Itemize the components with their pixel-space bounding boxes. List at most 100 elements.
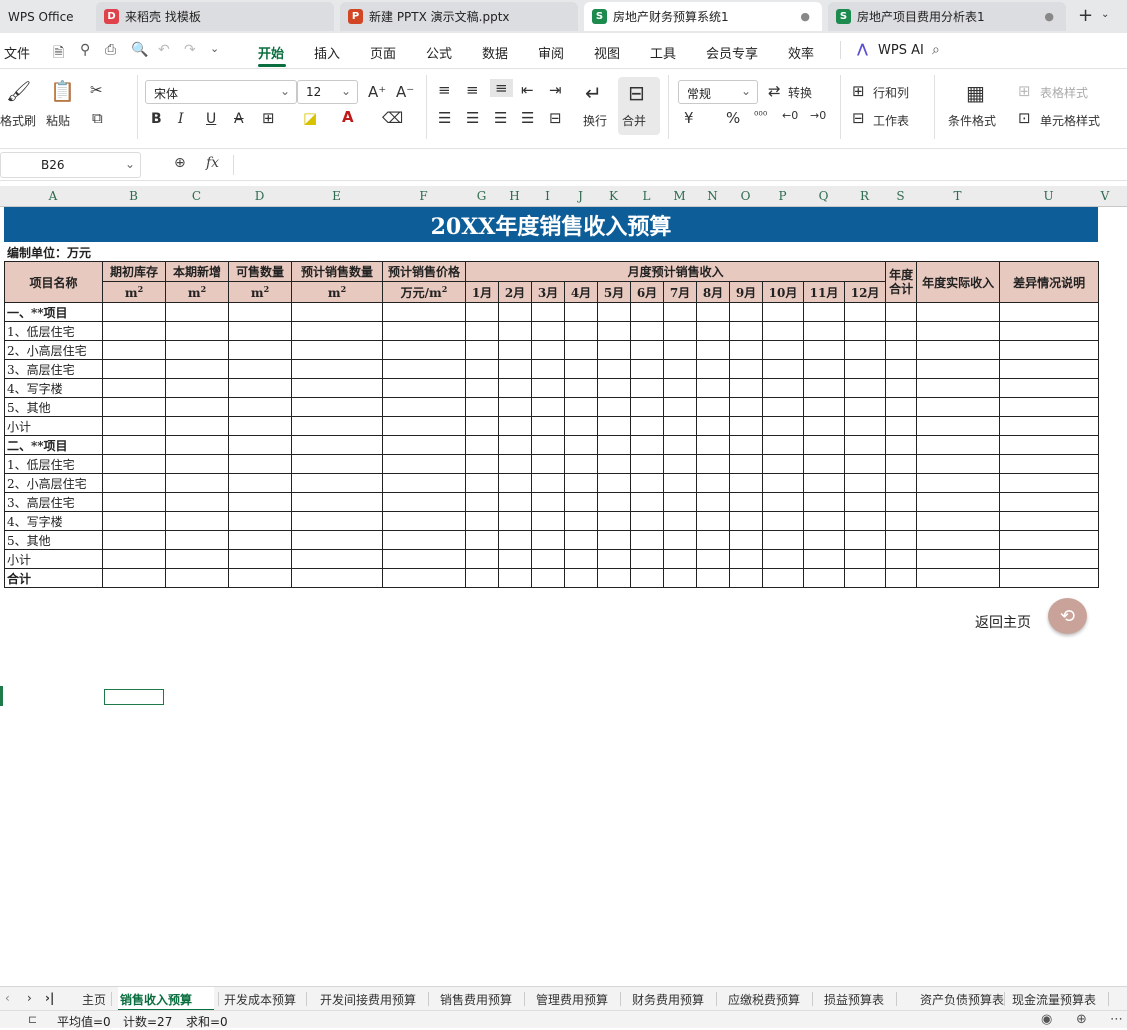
- data-cell[interactable]: [102, 340, 166, 360]
- data-cell[interactable]: [729, 454, 763, 474]
- tab-docer[interactable]: D 来稻壳 找模板: [96, 2, 334, 31]
- data-cell[interactable]: [729, 359, 763, 379]
- row-label-cell[interactable]: 二、**项目: [4, 435, 103, 455]
- zoom-search-icon[interactable]: ⊕: [174, 155, 186, 171]
- data-cell[interactable]: [630, 302, 664, 322]
- data-cell[interactable]: [663, 530, 697, 550]
- distribute-icon[interactable]: ⊟: [549, 109, 562, 127]
- column-header[interactable]: J: [564, 189, 597, 203]
- conditional-format-label[interactable]: 条件格式: [948, 112, 996, 129]
- data-cell[interactable]: [165, 492, 229, 512]
- data-cell[interactable]: [696, 416, 730, 436]
- data-cell[interactable]: [630, 568, 664, 588]
- bold-button[interactable]: B: [151, 111, 162, 127]
- menu-home[interactable]: 开始: [258, 43, 284, 62]
- data-cell[interactable]: [165, 378, 229, 398]
- data-cell[interactable]: [291, 359, 383, 379]
- data-cell[interactable]: [597, 549, 631, 569]
- data-cell[interactable]: [165, 568, 229, 588]
- data-cell[interactable]: [531, 473, 565, 493]
- paste-icon[interactable]: 📋: [50, 79, 75, 103]
- data-cell[interactable]: [291, 340, 383, 360]
- data-cell[interactable]: [498, 549, 532, 569]
- data-cell[interactable]: [843, 454, 887, 474]
- data-cell[interactable]: [916, 340, 1001, 360]
- data-cell[interactable]: [165, 473, 229, 493]
- unit-cell[interactable]: m2: [165, 281, 229, 303]
- data-cell[interactable]: [228, 321, 292, 341]
- search-icon[interactable]: ⌕: [932, 42, 940, 58]
- sheet-tab-10[interactable]: 资产负债预算表: [920, 991, 1004, 1008]
- data-cell[interactable]: [597, 359, 631, 379]
- row-label-cell[interactable]: 一、**项目: [4, 302, 103, 322]
- data-cell[interactable]: [531, 416, 565, 436]
- more-icon[interactable]: ⋯: [1110, 1012, 1123, 1027]
- data-cell[interactable]: [102, 302, 166, 322]
- data-cell[interactable]: [916, 568, 1001, 588]
- data-cell[interactable]: [228, 397, 292, 417]
- data-cell[interactable]: [696, 568, 730, 588]
- data-cell[interactable]: [382, 359, 466, 379]
- month-header[interactable]: 3月: [531, 281, 565, 303]
- month-header[interactable]: 8月: [696, 281, 730, 303]
- data-cell[interactable]: [696, 321, 730, 341]
- data-cell[interactable]: [885, 568, 918, 588]
- data-cell[interactable]: [498, 321, 532, 341]
- data-cell[interactable]: [102, 435, 166, 455]
- data-cell[interactable]: [916, 511, 1001, 531]
- data-cell[interactable]: [885, 378, 918, 398]
- data-cell[interactable]: [885, 321, 918, 341]
- data-cell[interactable]: [382, 568, 466, 588]
- menu-wps-ai[interactable]: WPS AI: [878, 43, 924, 58]
- data-cell[interactable]: [762, 549, 804, 569]
- format-painter-icon[interactable]: 🖌: [6, 79, 31, 103]
- data-cell[interactable]: [630, 435, 664, 455]
- row-label-cell[interactable]: 1、低层住宅: [4, 321, 103, 341]
- align-right-icon[interactable]: ☰: [494, 109, 507, 127]
- increase-indent-icon[interactable]: ⇥: [549, 81, 562, 99]
- align-left-icon[interactable]: ☰: [438, 109, 451, 127]
- data-cell[interactable]: [564, 568, 598, 588]
- data-cell[interactable]: [630, 340, 664, 360]
- data-cell[interactable]: [102, 416, 166, 436]
- data-cell[interactable]: [999, 416, 1100, 436]
- align-bottom-icon[interactable]: ≡: [490, 79, 513, 97]
- data-cell[interactable]: [291, 530, 383, 550]
- data-cell[interactable]: [291, 378, 383, 398]
- data-cell[interactable]: [597, 473, 631, 493]
- convert-label[interactable]: 转换: [788, 84, 812, 101]
- formula-input[interactable]: [240, 152, 1120, 178]
- data-cell[interactable]: [663, 473, 697, 493]
- data-cell[interactable]: [465, 530, 499, 550]
- data-cell[interactable]: [102, 359, 166, 379]
- data-cell[interactable]: [916, 435, 1001, 455]
- data-cell[interactable]: [382, 397, 466, 417]
- data-cell[interactable]: [663, 397, 697, 417]
- data-cell[interactable]: [843, 492, 887, 512]
- data-cell[interactable]: [729, 473, 763, 493]
- data-cell[interactable]: [465, 378, 499, 398]
- data-cell[interactable]: [498, 454, 532, 474]
- sheet-tab-6[interactable]: 管理费用预算: [536, 991, 608, 1008]
- justify-icon[interactable]: ☰: [521, 109, 534, 127]
- data-cell[interactable]: [564, 397, 598, 417]
- data-cell[interactable]: [762, 454, 804, 474]
- data-cell[interactable]: [916, 416, 1001, 436]
- data-cell[interactable]: [885, 302, 918, 322]
- data-cell[interactable]: [564, 435, 598, 455]
- column-header[interactable]: G: [465, 189, 498, 203]
- data-cell[interactable]: [597, 530, 631, 550]
- data-cell[interactable]: [885, 549, 918, 569]
- data-cell[interactable]: [630, 359, 664, 379]
- data-cell[interactable]: [803, 321, 845, 341]
- data-cell[interactable]: [465, 568, 499, 588]
- decrease-indent-icon[interactable]: ⇤: [521, 81, 534, 99]
- data-cell[interactable]: [885, 473, 918, 493]
- month-header[interactable]: 6月: [630, 281, 664, 303]
- data-cell[interactable]: [762, 397, 804, 417]
- column-header[interactable]: M: [663, 189, 696, 203]
- data-cell[interactable]: [729, 397, 763, 417]
- data-cell[interactable]: [531, 549, 565, 569]
- data-cell[interactable]: [382, 378, 466, 398]
- data-cell[interactable]: [382, 454, 466, 474]
